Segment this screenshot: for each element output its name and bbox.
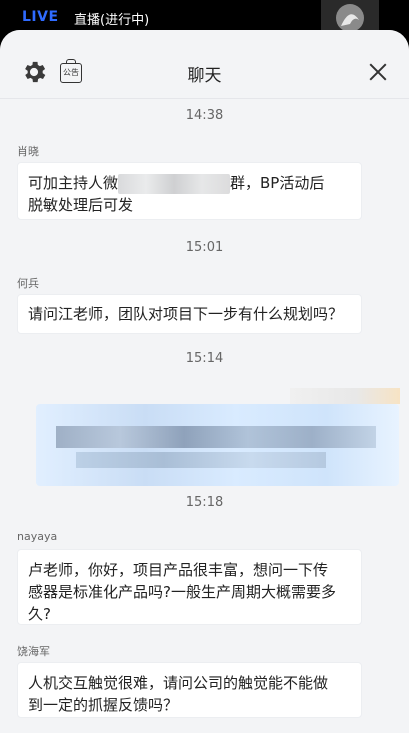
redacted-content (118, 173, 231, 194)
redacted-message (36, 404, 399, 486)
message-text: 群，BP活动后 (230, 174, 325, 192)
timestamp: 15:01 (185, 240, 224, 255)
message-text: 可加主持人微 (28, 174, 119, 192)
sender-name: 何兵 (17, 277, 39, 290)
sender-name: 肖晓 (17, 145, 39, 158)
message-text: 卢老师，你好，项目产品很丰富，想问一下传 (28, 561, 329, 579)
message-text: 久? (28, 605, 51, 623)
chat-message: 人机交互触觉很难，请问公司的触觉能不能做 到一定的抓握反馈吗？ (17, 662, 362, 718)
timestamp: 15:18 (185, 495, 224, 510)
chat-header: 公告 聊天 (0, 30, 409, 99)
timestamp: 15:14 (185, 351, 224, 366)
chat-message: 可加主持人微 群，BP活动后 脱敏处理后可发 (17, 162, 362, 220)
blur-line (56, 426, 376, 448)
message-text: 人机交互触觉很难，请问公司的触觉能不能做 (28, 674, 329, 692)
page-title: 聊天 (187, 66, 222, 86)
chat-message: 请问江老师，团队对项目下一步有什么规划吗？ (17, 294, 362, 334)
message-text: 脱敏处理后可发 (28, 196, 134, 214)
redacted-sender (290, 388, 400, 404)
chat-message: 卢老师，你好，项目产品很丰富，想问一下传 感器是标准化产品吗?一般生产周期大概需… (17, 549, 362, 625)
message-text: 感器是标准化产品吗?一般生产周期大概需要多 (28, 583, 336, 601)
message-text: 到一定的抓握反馈吗？ (28, 696, 179, 714)
blur-line (76, 452, 326, 468)
live-status-text: 直播(进行中) (74, 13, 150, 28)
sender-name: 饶海军 (17, 645, 50, 658)
timestamp: 14:38 (185, 108, 224, 123)
close-icon[interactable] (368, 62, 388, 82)
live-badge: LIVE (22, 9, 59, 25)
chat-panel: 公告 聊天 14:38 肖晓 可加主持人微 群，BP活动后 脱敏处理后可发 15:… (0, 30, 409, 733)
sender-name: nayaya (17, 530, 58, 543)
message-text: 请问江老师，团队对项目下一步有什么规划吗？ (28, 305, 344, 323)
